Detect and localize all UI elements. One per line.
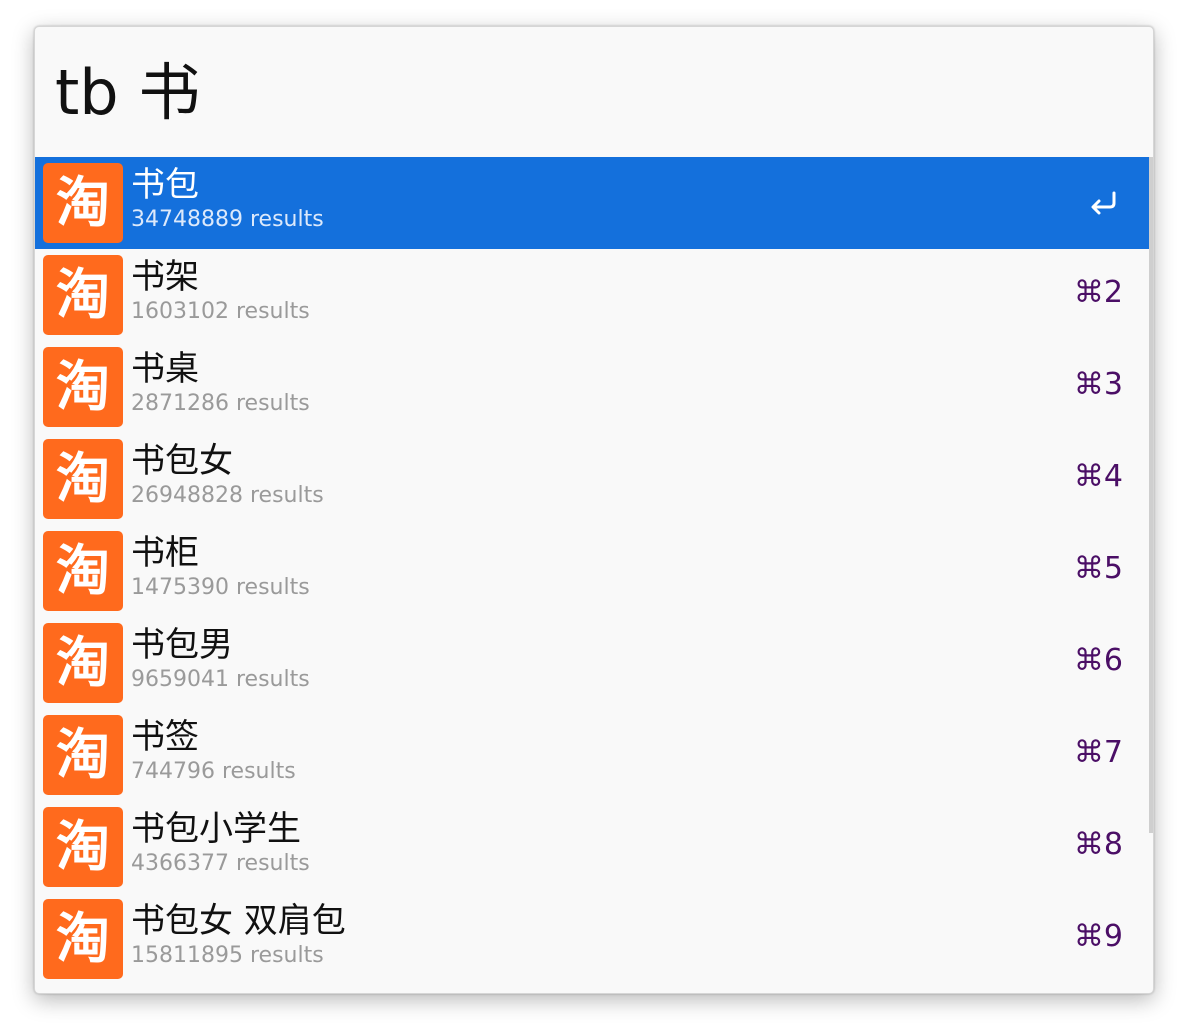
result-shortcut: ⌘4 xyxy=(1073,459,1123,494)
result-shortcut: ⌘9 xyxy=(1073,919,1123,954)
taobao-icon-glyph: 淘 xyxy=(56,907,110,970)
taobao-icon: 淘 xyxy=(43,807,123,887)
result-row[interactable]: 淘 书包小学生 4366377 results ⌘8 xyxy=(35,801,1149,893)
taobao-icon: 淘 xyxy=(43,899,123,979)
result-title: 书桌 xyxy=(131,349,199,389)
taobao-icon: 淘 xyxy=(43,439,123,519)
result-title: 书架 xyxy=(131,257,199,297)
result-subtitle: 4366377 results xyxy=(131,851,310,876)
result-subtitle: 2871286 results xyxy=(131,391,310,416)
result-shortcut: ⌘5 xyxy=(1073,551,1123,586)
result-title: 书包女 xyxy=(131,441,233,481)
return-icon xyxy=(1091,191,1116,215)
result-title: 书包女 双肩包 xyxy=(131,901,346,941)
result-subtitle: 15811895 results xyxy=(131,943,324,968)
result-row-selected[interactable]: 淘 书包 34748889 results xyxy=(35,157,1149,249)
taobao-icon-glyph: 淘 xyxy=(56,447,110,510)
result-title: 书包 xyxy=(131,165,199,205)
taobao-icon-glyph: 淘 xyxy=(56,723,110,786)
result-subtitle: 1603102 results xyxy=(131,299,310,324)
result-shortcut: ⌘7 xyxy=(1073,735,1123,770)
taobao-icon: 淘 xyxy=(43,623,123,703)
result-row[interactable]: 淘 书桌 2871286 results ⌘3 xyxy=(35,341,1149,433)
result-subtitle: 1475390 results xyxy=(131,575,310,600)
result-title: 书包小学生 xyxy=(131,809,301,849)
result-shortcut: ⌘2 xyxy=(1073,275,1123,310)
taobao-icon-glyph: 淘 xyxy=(56,355,110,418)
result-subtitle: 744796 results xyxy=(131,759,296,784)
result-subtitle: 34748889 results xyxy=(131,207,324,232)
result-row[interactable]: 淘 书架 1603102 results ⌘2 xyxy=(35,249,1149,341)
result-shortcut: ⌘8 xyxy=(1073,827,1123,862)
result-subtitle: 9659041 results xyxy=(131,667,310,692)
result-shortcut: ⌘3 xyxy=(1073,367,1123,402)
scrollbar[interactable] xyxy=(1149,157,1153,833)
result-row[interactable]: 淘 书包女 26948828 results ⌘4 xyxy=(35,433,1149,525)
result-row[interactable]: 淘 书柜 1475390 results ⌘5 xyxy=(35,525,1149,617)
taobao-icon-glyph: 淘 xyxy=(56,171,110,234)
result-title: 书包男 xyxy=(131,625,233,665)
result-row[interactable]: 淘 书包女 双肩包 15811895 results ⌘9 xyxy=(35,893,1149,985)
taobao-icon: 淘 xyxy=(43,715,123,795)
taobao-icon: 淘 xyxy=(43,347,123,427)
search-field[interactable]: tb 书 xyxy=(35,27,1153,157)
taobao-icon-glyph: 淘 xyxy=(56,539,110,602)
taobao-icon-glyph: 淘 xyxy=(56,815,110,878)
taobao-icon: 淘 xyxy=(43,163,123,243)
taobao-icon-glyph: 淘 xyxy=(56,263,110,326)
result-row[interactable]: 淘 书签 744796 results ⌘7 xyxy=(35,709,1149,801)
result-title: 书柜 xyxy=(131,533,199,573)
result-title: 书签 xyxy=(131,717,199,757)
results-list: 淘 书包 34748889 results 淘 书架 1603102 resul… xyxy=(35,157,1153,993)
taobao-icon: 淘 xyxy=(43,255,123,335)
taobao-icon-glyph: 淘 xyxy=(56,631,110,694)
launcher-window: tb 书 淘 书包 34748889 results 淘 书架 1603102 … xyxy=(34,26,1154,994)
result-subtitle: 26948828 results xyxy=(131,483,324,508)
search-query[interactable]: tb 书 xyxy=(55,55,200,131)
result-row[interactable]: 淘 书包男 9659041 results ⌘6 xyxy=(35,617,1149,709)
taobao-icon: 淘 xyxy=(43,531,123,611)
result-shortcut: ⌘6 xyxy=(1073,643,1123,678)
